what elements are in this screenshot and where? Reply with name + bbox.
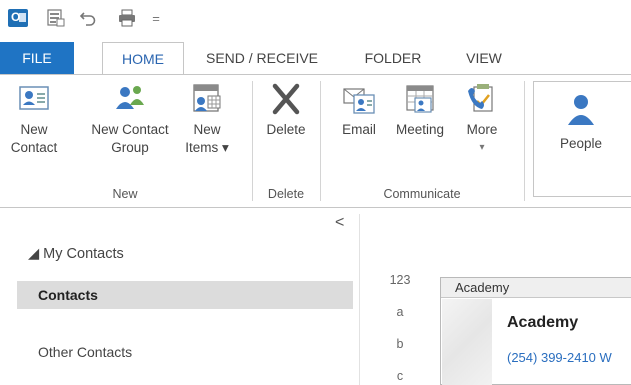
new-contact-label-1: New <box>20 122 48 137</box>
collapse-pane-icon[interactable]: < <box>335 214 344 232</box>
alpha-index-a[interactable]: a <box>382 305 418 319</box>
new-items-button[interactable]: New Items ▾ <box>184 81 230 185</box>
more-button[interactable]: More ▾ <box>458 81 506 185</box>
alpha-index-c[interactable]: c <box>382 369 418 383</box>
meeting-label: Meeting <box>395 122 445 137</box>
person-icon <box>568 95 594 125</box>
people-group-icon <box>116 86 144 109</box>
more-dropdown-caret: ▾ <box>479 142 485 153</box>
meeting-button[interactable]: Meeting <box>388 81 452 185</box>
email-button[interactable]: Email <box>334 81 384 185</box>
email-label: Email <box>342 122 376 137</box>
ribbon-home: New Contact New Contact Group New Items … <box>0 74 631 208</box>
new-items-label-2: Items ▾ <box>185 140 229 155</box>
print-icon[interactable] <box>114 6 140 30</box>
group-label-delete: Delete <box>267 187 305 201</box>
contact-card-icon <box>19 86 49 110</box>
tab-folder[interactable]: FOLDER <box>358 42 428 74</box>
alpha-index-123[interactable]: 123 <box>382 273 418 287</box>
meeting-icon <box>406 85 434 113</box>
contact-card[interactable]: Academy Academy (254) 399-2410 W <box>440 277 631 385</box>
ribbon-separator <box>524 81 525 201</box>
new-items-label-1: New <box>193 122 221 137</box>
contact-name: Academy <box>507 314 579 331</box>
new-items-icon <box>193 84 221 112</box>
tab-view[interactable]: VIEW <box>458 42 510 74</box>
new-contact-group-label-1: New Contact <box>91 122 169 137</box>
ribbon-separator <box>320 81 321 201</box>
contact-card-header: Academy <box>441 278 631 298</box>
ribbon-tabs: FILE HOME SEND / RECEIVE FOLDER VIEW <box>0 42 631 76</box>
send-receive-all-icon[interactable] <box>44 6 68 30</box>
new-contact-group-label-2: Group <box>111 140 149 155</box>
more-label-1: More <box>466 122 498 137</box>
email-contact-icon <box>343 88 375 114</box>
pane-divider <box>359 214 360 385</box>
group-label-new: New <box>112 187 138 201</box>
tab-file[interactable]: FILE <box>0 42 74 74</box>
delete-label: Delete <box>266 122 306 137</box>
new-contact-label-2: Contact <box>10 140 58 155</box>
nav-item-contacts[interactable]: Contacts <box>17 281 353 309</box>
delete-button[interactable]: Delete <box>258 81 314 185</box>
group-label-communicate: Communicate <box>383 187 461 201</box>
customize-qat-icon[interactable]: = <box>148 6 164 30</box>
contact-photo <box>442 299 492 385</box>
new-contact-button[interactable]: New Contact <box>4 81 64 185</box>
alpha-index-b[interactable]: b <box>382 337 418 351</box>
people-button[interactable]: People <box>546 91 616 195</box>
delete-x-icon <box>272 83 300 115</box>
quick-access-toolbar: = <box>0 0 631 38</box>
undo-icon[interactable] <box>76 6 100 30</box>
tab-home[interactable]: HOME <box>102 42 184 76</box>
contact-phone[interactable]: (254) 399-2410 W <box>507 350 612 365</box>
nav-item-other-contacts[interactable]: Other Contacts <box>17 338 353 366</box>
new-contact-group-button[interactable]: New Contact Group <box>80 81 180 185</box>
my-contacts-header[interactable]: ◢ My Contacts <box>28 246 124 262</box>
people-label: People <box>559 136 603 151</box>
tab-send-receive[interactable]: SEND / RECEIVE <box>192 42 332 74</box>
more-communicate-icon <box>468 84 493 112</box>
ribbon-separator <box>252 81 253 201</box>
outlook-logo-icon <box>8 9 28 27</box>
